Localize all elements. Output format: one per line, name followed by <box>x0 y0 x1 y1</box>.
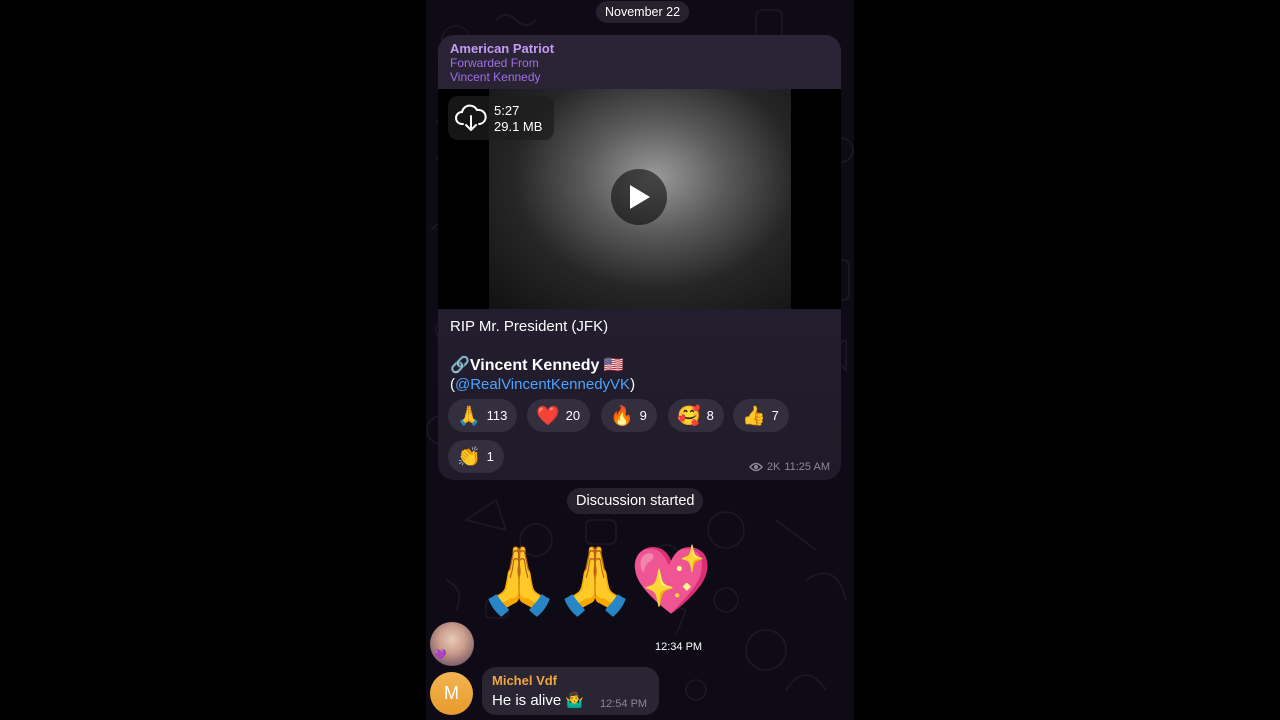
thumbs-up-emoji: 👍 <box>742 405 766 427</box>
avatar-badge: 💜 <box>434 650 447 661</box>
reaction-count: 113 <box>486 408 508 423</box>
cloud-download-icon[interactable] <box>454 102 488 134</box>
sender-name[interactable]: Michel Vdf <box>492 673 557 688</box>
chat-screen: November 22 American Patriot Forwarded F… <box>426 0 854 720</box>
reaction-count: 7 <box>771 408 779 423</box>
reaction-pray[interactable]: 🙏 113 <box>448 399 518 432</box>
reaction-smiling-hearts[interactable]: 🥰 8 <box>668 399 724 432</box>
emoji-message[interactable]: 🙏🙏💖 <box>478 540 713 620</box>
message-text: He is alive 🤷‍♂️ <box>492 692 585 709</box>
avatar[interactable]: M <box>430 672 473 715</box>
post-meta: 2K 11:25 AM <box>748 461 830 473</box>
video-size: 29.1 MB <box>494 119 543 134</box>
discussion-started-label: Discussion started <box>567 488 704 514</box>
link-emoji: 🔗 <box>450 357 470 374</box>
play-button[interactable] <box>611 169 667 225</box>
reaction-thumbs-up[interactable]: 👍 7 <box>733 399 789 432</box>
channel-name[interactable]: American Patriot <box>450 41 829 56</box>
message-bubble[interactable]: Michel Vdf He is alive 🤷‍♂️ 12:54 PM <box>482 667 659 715</box>
post-time: 11:25 AM <box>784 461 830 473</box>
close-paren: ) <box>630 376 636 393</box>
author-name: Vincent Kennedy <box>469 357 600 374</box>
reaction-heart[interactable]: ❤️ 20 <box>527 399 591 432</box>
author-handle-link[interactable]: @RealVincentKennedyVK <box>455 376 630 393</box>
reaction-count: 9 <box>639 408 647 423</box>
download-info[interactable]: 5:27 29.1 MB <box>448 96 554 140</box>
message-time: 12:34 PM <box>655 641 703 653</box>
view-count: 2K <box>766 461 781 473</box>
caption-author: 🔗Vincent Kennedy 🇺🇸 <box>450 356 635 375</box>
flag-emoji: 🇺🇸 <box>603 357 624 374</box>
video-duration: 5:27 <box>494 103 520 118</box>
eye-icon <box>748 462 763 472</box>
date-separator: November 22 <box>596 1 690 23</box>
smiling-hearts-emoji: 🥰 <box>677 405 701 427</box>
clap-emoji: 👏 <box>457 446 481 468</box>
video-preview[interactable]: 5:27 29.1 MB <box>438 89 841 309</box>
channel-post[interactable]: American Patriot Forwarded From Vincent … <box>438 35 841 480</box>
post-caption: RIP Mr. President (JFK) 🔗Vincent Kennedy… <box>450 317 635 394</box>
message-time: 12:54 PM <box>600 698 648 710</box>
caption-title: RIP Mr. President (JFK) <box>450 318 609 335</box>
heart-emoji: ❤️ <box>536 405 560 427</box>
reaction-fire[interactable]: 🔥 9 <box>601 399 657 432</box>
forwarded-label: Forwarded From <box>450 56 539 70</box>
fire-emoji: 🔥 <box>610 405 634 427</box>
reaction-count: 20 <box>565 408 581 423</box>
forwarded-source[interactable]: Vincent Kennedy <box>450 70 829 84</box>
post-header: American Patriot Forwarded From Vincent … <box>438 35 841 89</box>
reaction-count: 1 <box>486 449 494 464</box>
reaction-clap[interactable]: 👏 1 <box>448 440 504 473</box>
play-icon <box>630 185 650 209</box>
pray-emoji: 🙏 <box>457 405 481 427</box>
caption-handle-line: (@RealVincentKennedyVK) <box>450 375 635 394</box>
reaction-count: 8 <box>706 408 714 423</box>
